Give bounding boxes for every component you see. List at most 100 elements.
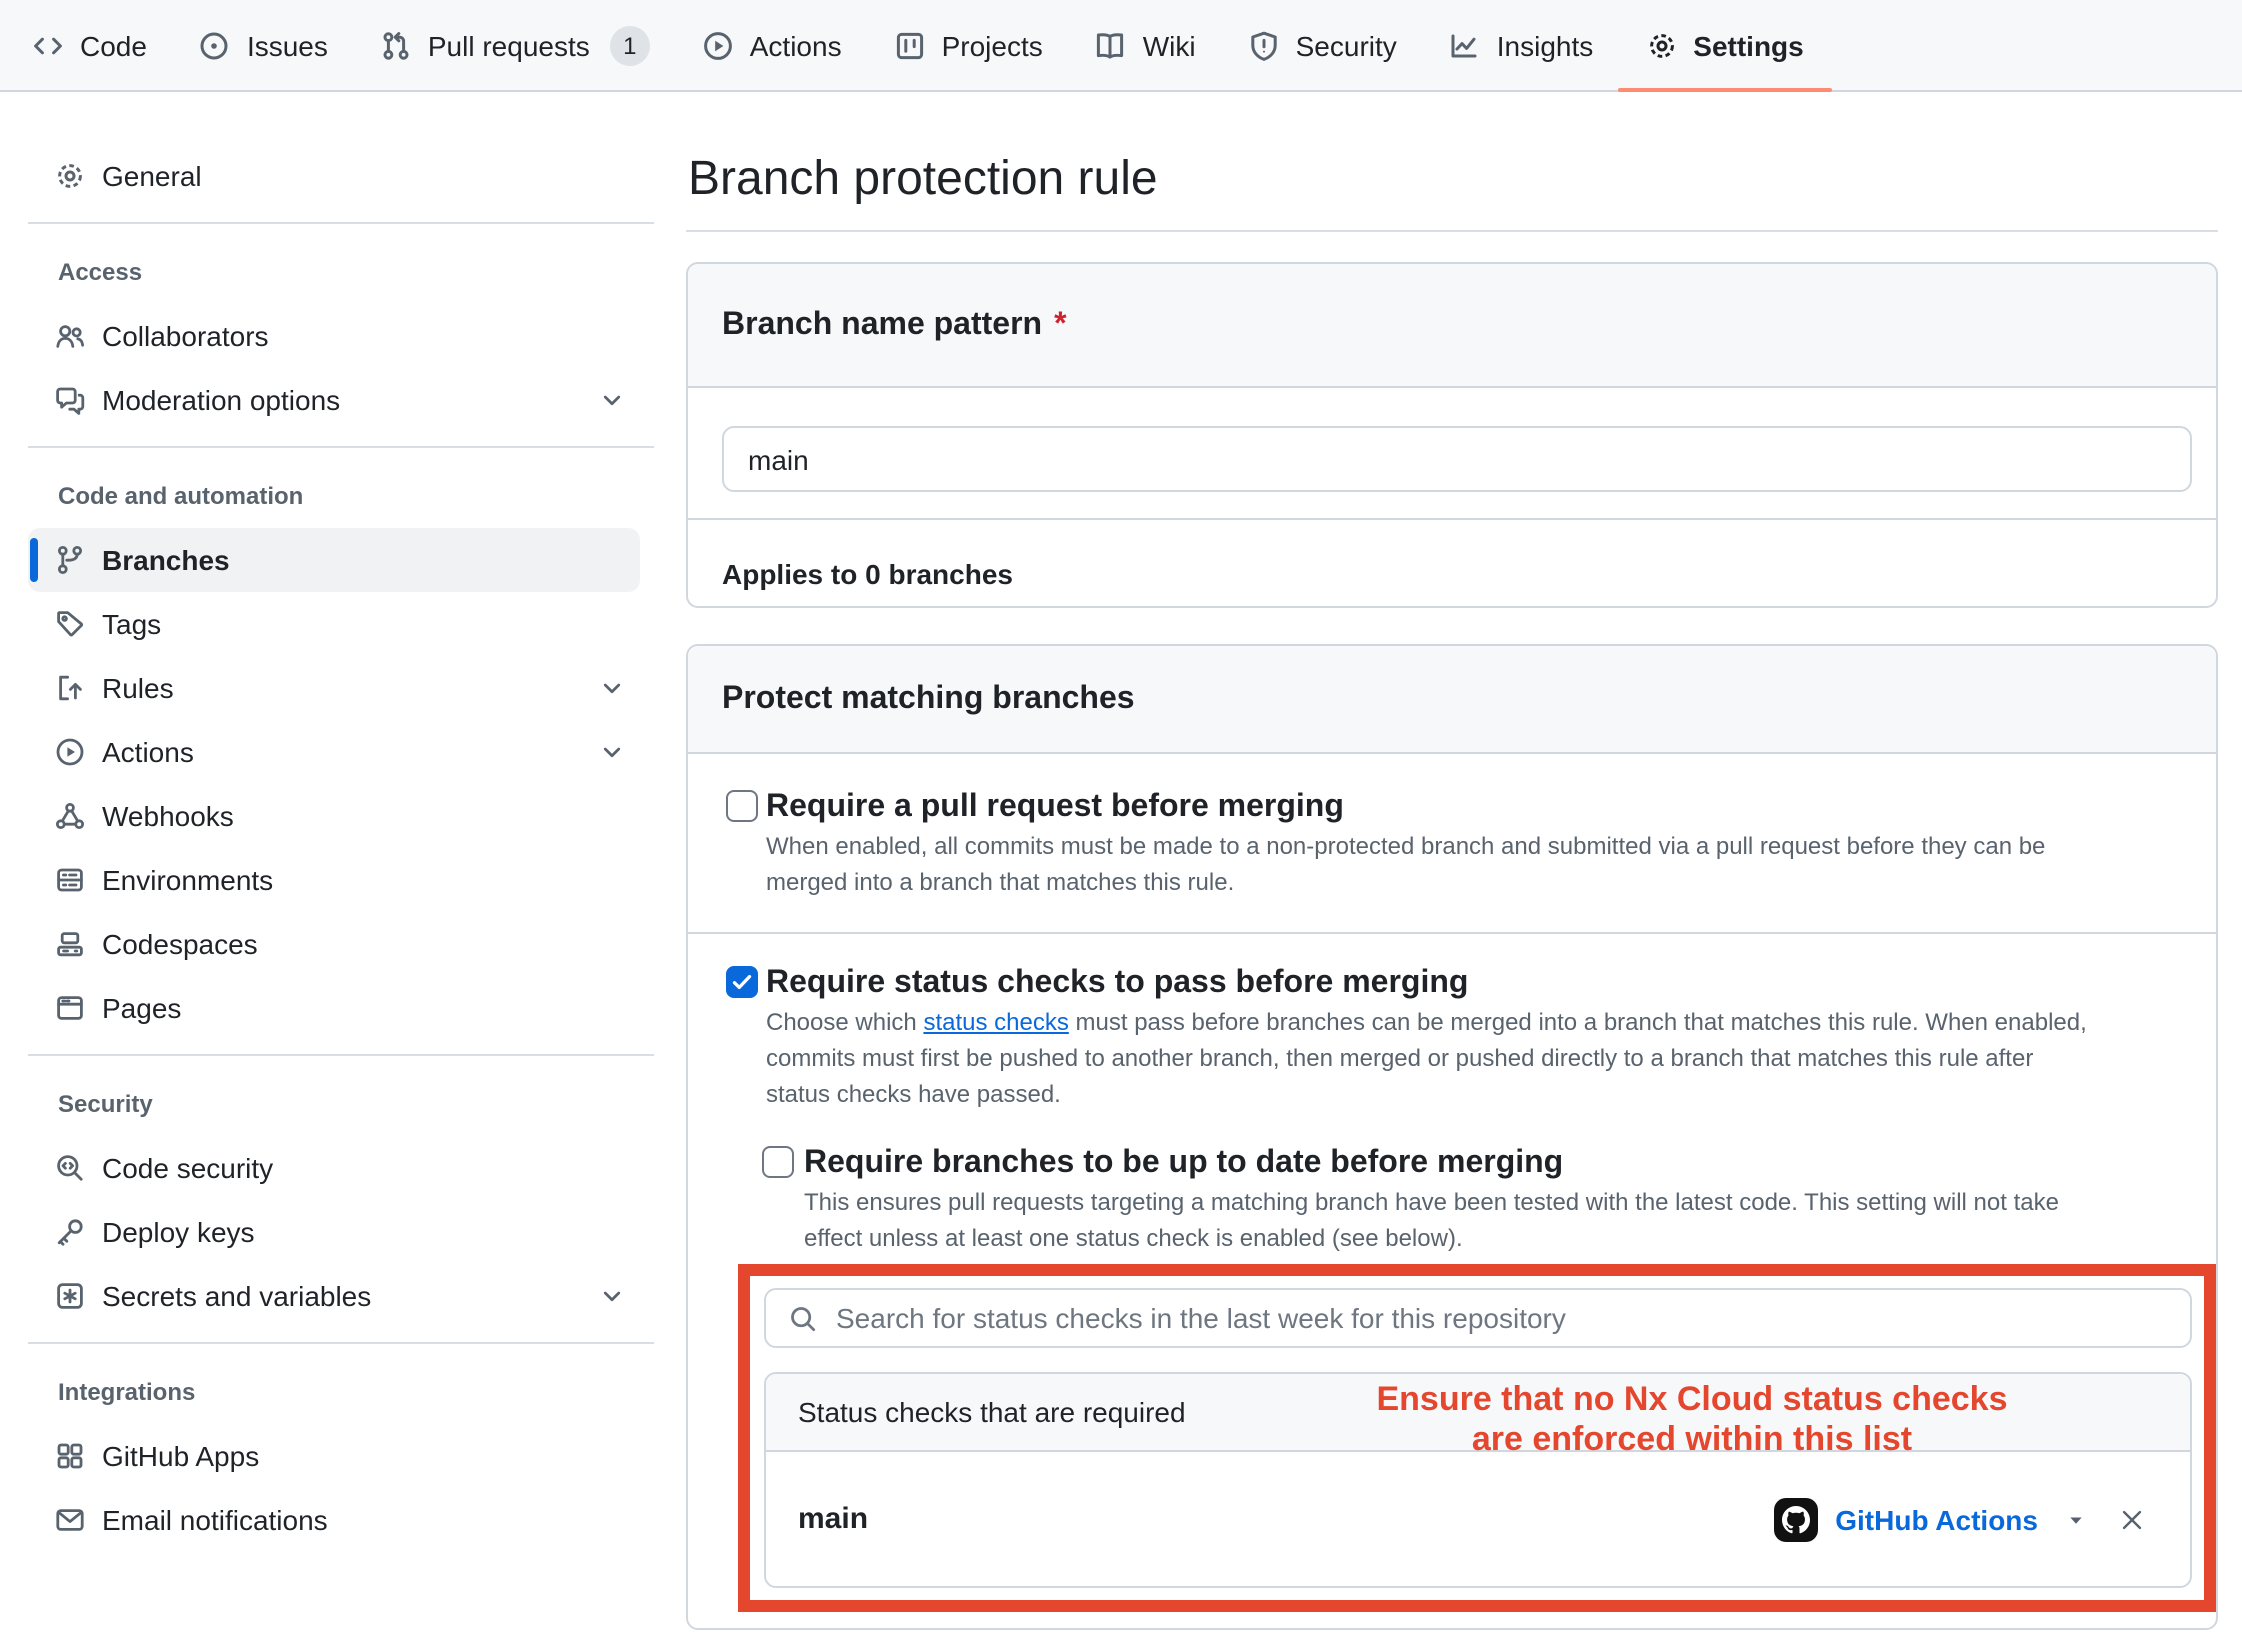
sidebar-section-security: Security — [58, 1084, 670, 1124]
sidebar-item-moderation-options[interactable]: Moderation options — [28, 368, 640, 432]
tag-icon — [54, 608, 86, 640]
settings-sidebar: General Access Collaborators Moderation … — [0, 92, 670, 1552]
require-pull-request-checkbox[interactable] — [726, 790, 758, 822]
remove-status-check-icon[interactable] — [2118, 1505, 2146, 1533]
sidebar-item-label: Actions — [102, 736, 194, 768]
apps-icon — [54, 1440, 86, 1472]
description-line: Choose which status checks must pass bef… — [766, 1004, 2087, 1040]
play-icon — [54, 736, 86, 768]
tab-issues[interactable]: Issues — [183, 0, 344, 91]
pull-requests-count-badge: 1 — [610, 25, 650, 65]
sidebar-item-label: Branches — [102, 544, 230, 576]
mail-icon — [54, 1504, 86, 1536]
sidebar-item-code-security[interactable]: Code security — [28, 1136, 640, 1200]
branch-name-pattern-label: Branch name pattern — [722, 307, 1042, 343]
required-status-checks-label: Status checks that are required — [798, 1396, 1186, 1428]
branch-name-pattern-input[interactable] — [722, 426, 2192, 492]
gear-icon — [54, 160, 86, 192]
code-scan-icon — [54, 1152, 86, 1184]
divider — [686, 230, 2218, 232]
sidebar-item-deploy-keys[interactable]: Deploy keys — [28, 1200, 640, 1264]
description-text: must pass before branches can be merged … — [1069, 1008, 2087, 1036]
sidebar-item-secrets-and-variables[interactable]: Secrets and variables — [28, 1264, 640, 1328]
sidebar-item-label: Deploy keys — [102, 1216, 255, 1248]
divider — [28, 222, 654, 224]
protect-matching-branches-card: Protect matching branches Require a pull… — [686, 644, 2218, 1630]
sidebar-item-label: Code security — [102, 1152, 273, 1184]
tab-pull-requests[interactable]: Pull requests 1 — [364, 0, 666, 91]
comment-discussion-icon — [54, 384, 86, 416]
required-asterisk: * — [1054, 307, 1066, 343]
chevron-down-icon[interactable] — [600, 388, 624, 412]
status-check-row: main GitHub Actions — [766, 1452, 2190, 1586]
status-check-name: main — [798, 1502, 868, 1536]
browser-icon — [54, 992, 86, 1024]
sidebar-item-label: Codespaces — [102, 928, 258, 960]
description-line: When enabled, all commits must be made t… — [766, 828, 2045, 864]
require-status-checks-description: Choose which status checks must pass bef… — [766, 1004, 2087, 1112]
sidebar-item-label: Secrets and variables — [102, 1280, 371, 1312]
sidebar-item-branches[interactable]: Branches — [28, 528, 640, 592]
description-line: merged into a branch that matches this r… — [766, 864, 2045, 900]
require-pull-request-title: Require a pull request before merging — [766, 786, 1344, 830]
chevron-down-icon[interactable] — [600, 740, 624, 764]
github-settings-page: Code Issues Pull requests 1 Actions Pr — [0, 0, 2242, 1642]
sidebar-item-webhooks[interactable]: Webhooks — [28, 784, 640, 848]
sidebar-item-collaborators[interactable]: Collaborators — [28, 304, 640, 368]
divider — [688, 518, 2216, 520]
people-icon — [54, 320, 86, 352]
status-checks-link[interactable]: status checks — [923, 1008, 1068, 1036]
code-icon — [32, 29, 64, 61]
sidebar-item-tags[interactable]: Tags — [28, 592, 640, 656]
check-icon — [730, 970, 754, 994]
protect-matching-branches-label: Protect matching branches — [722, 681, 1135, 717]
sidebar-section-access: Access — [58, 252, 670, 292]
sidebar-item-label: GitHub Apps — [102, 1440, 259, 1472]
status-check-search — [764, 1288, 2192, 1348]
rules-icon — [54, 672, 86, 704]
sidebar-item-actions[interactable]: Actions — [28, 720, 640, 784]
description-line: commits must first be pushed to another … — [766, 1040, 2087, 1076]
protect-matching-branches-header: Protect matching branches — [688, 646, 2216, 754]
description-line: effect unless at least one status check … — [804, 1220, 2059, 1256]
active-item-indicator — [30, 538, 38, 582]
sidebar-item-label: Moderation options — [102, 384, 340, 416]
sidebar-item-pages[interactable]: Pages — [28, 976, 640, 1040]
chevron-down-icon[interactable] — [600, 1284, 624, 1308]
sidebar-item-github-apps[interactable]: GitHub Apps — [28, 1424, 640, 1488]
branch-name-pattern-card: Branch name pattern * Applies to 0 branc… — [686, 262, 2218, 608]
chevron-down-icon[interactable] — [600, 676, 624, 700]
sidebar-item-label: Webhooks — [102, 800, 234, 832]
tab-label: Issues — [247, 29, 328, 61]
status-check-search-input[interactable] — [832, 1288, 2190, 1348]
caret-down-icon[interactable] — [2066, 1509, 2086, 1529]
require-status-checks-checkbox[interactable] — [726, 966, 758, 998]
description-line: status checks have passed. — [766, 1076, 2087, 1112]
tab-code[interactable]: Code — [16, 0, 163, 91]
sidebar-item-label: Collaborators — [102, 320, 269, 352]
page-title: Branch protection rule — [688, 152, 1158, 208]
sidebar-item-label: Tags — [102, 608, 161, 640]
sidebar-item-email-notifications[interactable]: Email notifications — [28, 1488, 640, 1552]
key-icon — [54, 1216, 86, 1248]
codespaces-icon — [54, 928, 86, 960]
asterisk-box-icon — [54, 1280, 86, 1312]
sidebar-item-label: Environments — [102, 864, 273, 896]
require-up-to-date-checkbox[interactable] — [762, 1146, 794, 1178]
require-pull-request-description: When enabled, all commits must be made t… — [766, 828, 2045, 900]
sidebar-item-rules[interactable]: Rules — [28, 656, 640, 720]
sidebar-item-codespaces[interactable]: Codespaces — [28, 912, 640, 976]
require-status-checks-title: Require status checks to pass before mer… — [766, 962, 1468, 1006]
require-up-to-date-title: Require branches to be up to date before… — [804, 1142, 1563, 1186]
issue-opened-icon — [199, 29, 231, 61]
required-status-checks-header: Status checks that are required — [766, 1374, 2190, 1452]
git-branch-icon — [54, 544, 86, 576]
status-check-app-link[interactable]: GitHub Actions — [1835, 1503, 2038, 1535]
sidebar-item-label: Pages — [102, 992, 181, 1024]
sidebar-item-environments[interactable]: Environments — [28, 848, 640, 912]
branch-name-pattern-header: Branch name pattern * — [688, 264, 2216, 388]
require-up-to-date-description: This ensures pull requests targeting a m… — [804, 1184, 2059, 1256]
sidebar-item-label: General — [102, 160, 202, 192]
sidebar-item-general[interactable]: General — [28, 144, 640, 208]
divider — [28, 1342, 654, 1344]
